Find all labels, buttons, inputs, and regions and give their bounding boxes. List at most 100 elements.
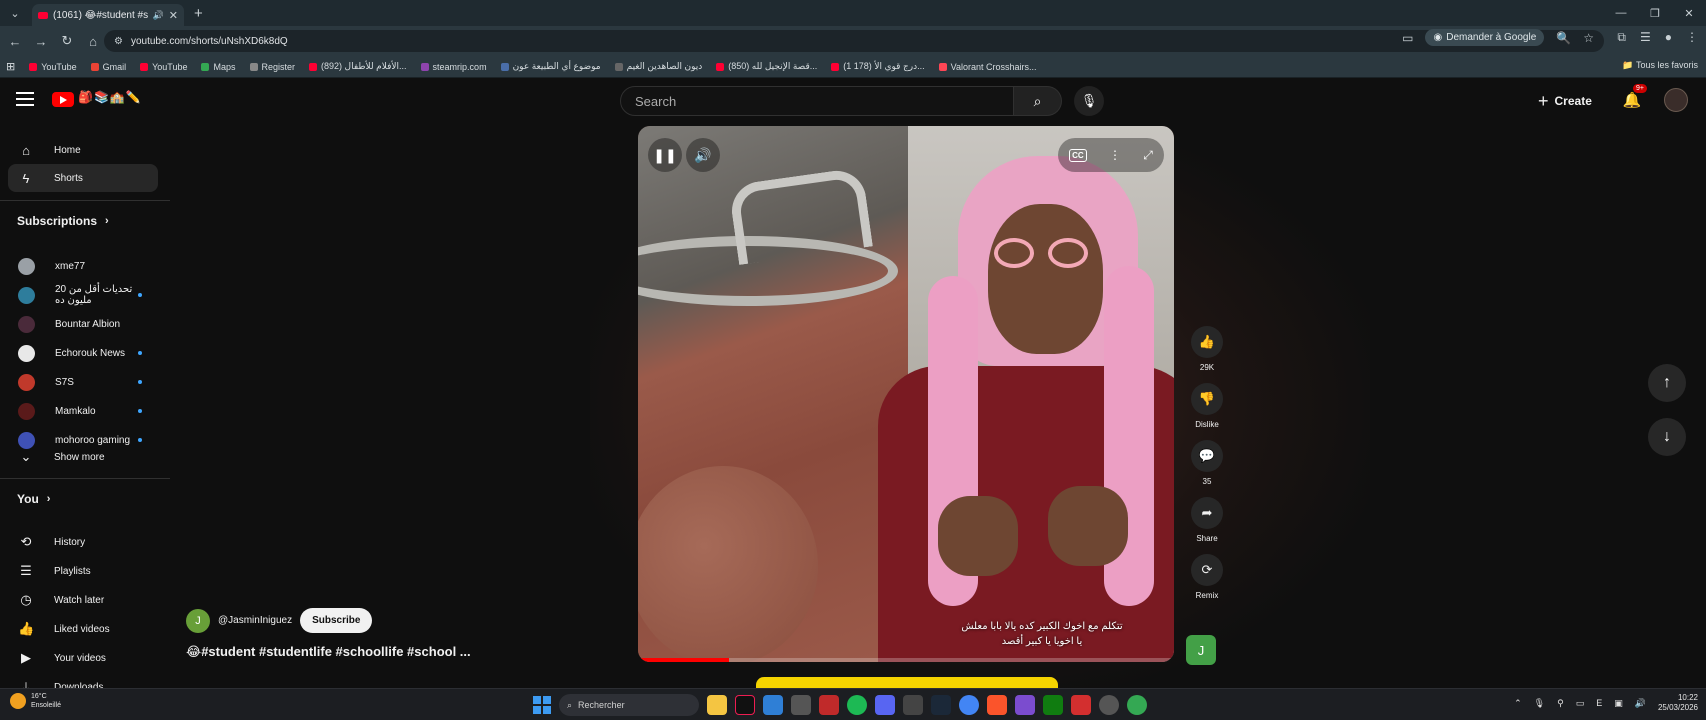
back-icon[interactable]: ← [4, 34, 26, 49]
weather-widget[interactable]: 16°C Ensoleillé [10, 692, 61, 710]
channel-name[interactable]: @JasminIniguez [218, 615, 292, 626]
volume-tray-icon[interactable]: 🔊 [1635, 698, 1646, 709]
dislike-button[interactable]: 👎 Dislike [1182, 383, 1232, 429]
bookmark-item[interactable]: (892) الأفلام للأطفال... [309, 61, 407, 72]
doodle-icon[interactable]: 🎒📚🏫✏️ [78, 90, 142, 104]
subscription-item[interactable]: Echorouk News [8, 339, 158, 367]
you-heading[interactable]: You › [17, 492, 50, 506]
browser-tab[interactable]: (1061) 😂#student #stude... 🔊 ✕ [32, 4, 184, 26]
site-info-icon[interactable]: ⚙ [114, 36, 123, 47]
forward-icon[interactable]: → [30, 34, 52, 49]
bookmark-item[interactable]: steamrip.com [420, 61, 487, 72]
brave-icon[interactable] [987, 695, 1007, 715]
xbox-icon[interactable] [1043, 695, 1063, 715]
sidebar-item-watch-later[interactable]: ◷ Watch later [8, 586, 158, 614]
previous-short-button[interactable]: ↑ [1648, 364, 1686, 402]
subscription-item[interactable]: Bountar Albion [8, 310, 158, 338]
bookmark-item[interactable]: Register [249, 61, 295, 72]
zoom-icon[interactable]: 🔍 [1556, 31, 1571, 45]
app-purple-icon[interactable] [1015, 695, 1035, 715]
bookmark-item[interactable]: YouTube [29, 61, 77, 72]
mic-tray-icon[interactable]: 🎙 [1534, 698, 1545, 709]
short-video-player[interactable]: ❚❚ 🔊 CC ⋮ ⤢ تتكلم مع اخوك الكبير كده يال… [638, 126, 1174, 662]
show-more-button[interactable]: ⌄ Show more [8, 443, 158, 471]
voice-search-button[interactable]: 🎙 [1074, 86, 1104, 116]
channel-avatar[interactable]: J [186, 608, 210, 633]
language-indicator[interactable]: E [1596, 698, 1602, 708]
comments-button[interactable]: 💬 35 [1182, 440, 1232, 486]
sidebar-item-downloads[interactable]: ⤓ Downloads [8, 673, 158, 688]
taskbar-search[interactable]: ⌕ Rechercher [559, 694, 699, 716]
channel-thumb-button[interactable]: J [1186, 635, 1216, 665]
sidebar-item-shorts[interactable]: ϟ Shorts [8, 164, 158, 192]
ask-google-button[interactable]: ◉ Demander à Google [1425, 29, 1545, 46]
spotify-icon[interactable] [847, 695, 867, 715]
chrome-profile-icon[interactable] [1127, 695, 1147, 715]
app-red-icon[interactable] [1071, 695, 1091, 715]
clock[interactable]: 10:22 25/03/2026 [1658, 693, 1698, 713]
close-tab-icon[interactable]: ✕ [169, 9, 178, 22]
tab-search-icon[interactable]: ⌄ [4, 3, 26, 23]
tray-overflow-icon[interactable]: ⌃ [1514, 698, 1522, 709]
file-explorer-icon[interactable] [707, 695, 727, 715]
cast-icon[interactable]: ▭ [1402, 31, 1413, 45]
remix-button[interactable]: ⟳ Remix [1182, 554, 1232, 600]
share-button[interactable]: ➦ Share [1182, 497, 1232, 543]
video-progress-bar[interactable] [638, 658, 1174, 662]
account-avatar[interactable] [1664, 88, 1688, 112]
pause-icon[interactable]: ❚❚ [648, 138, 682, 172]
subscription-item[interactable]: Mamkalo [8, 397, 158, 425]
bookmark-item[interactable]: YouTube [140, 61, 187, 72]
home-icon[interactable]: ⌂ [82, 34, 104, 49]
sidebar-item-liked-videos[interactable]: 👍 Liked videos [8, 615, 158, 643]
extensions-icon[interactable]: ⧉ [1617, 30, 1626, 45]
menu-icon[interactable] [16, 92, 34, 106]
subscription-item[interactable]: تحديات أقل من 20 مليون ده [8, 281, 158, 309]
tiktok-icon[interactable] [735, 695, 755, 715]
subscription-item[interactable]: S7S [8, 368, 158, 396]
more-options-icon[interactable]: ⋮ [1109, 148, 1121, 162]
new-tab-button[interactable]: + [194, 5, 203, 22]
location-icon[interactable]: ⚲ [1557, 698, 1564, 709]
search-input[interactable] [620, 86, 1014, 116]
vscode-icon[interactable] [763, 695, 783, 715]
bookmark-item[interactable]: Gmail [90, 61, 126, 72]
reading-list-icon[interactable]: ☰ [1640, 30, 1651, 45]
store-icon[interactable] [791, 695, 811, 715]
sidebar-item-playlists[interactable]: ☰ Playlists [8, 557, 158, 585]
volume-icon[interactable]: 🔊 [686, 138, 720, 172]
next-short-button[interactable]: ↓ [1648, 418, 1686, 456]
bookmark-item[interactable]: Maps [201, 61, 236, 72]
restore-icon[interactable]: ❐ [1638, 0, 1672, 26]
sidebar-item-history[interactable]: ⟲ History [8, 528, 158, 556]
youtube-logo[interactable] [52, 92, 74, 107]
all-bookmarks[interactable]: 📁 Tous les favoris [1622, 60, 1698, 71]
short-title[interactable]: 😂#student #studentlife #schoollife #scho… [186, 644, 471, 660]
subscription-item[interactable]: xme77 [8, 252, 158, 280]
close-window-icon[interactable]: ✕ [1672, 0, 1706, 26]
terminal-icon[interactable] [903, 695, 923, 715]
bookmark-star-icon[interactable]: ☆ [1583, 31, 1594, 45]
discord-icon[interactable] [875, 695, 895, 715]
windows-start-icon[interactable] [533, 696, 551, 714]
tf-app-icon[interactable] [819, 695, 839, 715]
address-bar[interactable]: ⚙ youtube.com/shorts/uNshXD6k8dQ [104, 30, 1604, 52]
profile-icon[interactable]: ● [1665, 30, 1672, 45]
network-icon[interactable]: ▣ [1614, 698, 1623, 709]
minimize-icon[interactable]: — [1604, 0, 1638, 26]
apps-grid-icon[interactable]: ⊞ [6, 60, 15, 73]
subscriptions-heading[interactable]: Subscriptions › [17, 214, 109, 228]
next-short-preview[interactable] [756, 677, 1058, 688]
subscribe-button[interactable]: Subscribe [300, 608, 373, 633]
reload-icon[interactable]: ↻ [56, 33, 78, 49]
captions-icon[interactable]: CC [1069, 148, 1087, 162]
bookmark-item[interactable]: Valorant Crosshairs... [938, 61, 1037, 72]
fullscreen-icon[interactable]: ⤢ [1143, 148, 1153, 163]
search-button[interactable]: ⌕ [1014, 86, 1062, 116]
bookmark-item[interactable]: ديون الصاهدين الغيم [614, 61, 702, 72]
speaker-icon[interactable]: 🔊 [153, 10, 164, 21]
bookmark-item[interactable]: (850) قصة الإنجيل لله... [716, 61, 817, 72]
sidebar-item-your-videos[interactable]: ▶ Your videos [8, 644, 158, 672]
battery-icon[interactable]: ▭ [1576, 698, 1585, 709]
bookmark-item[interactable]: موضوع أي الطبيعة عون [500, 61, 601, 72]
